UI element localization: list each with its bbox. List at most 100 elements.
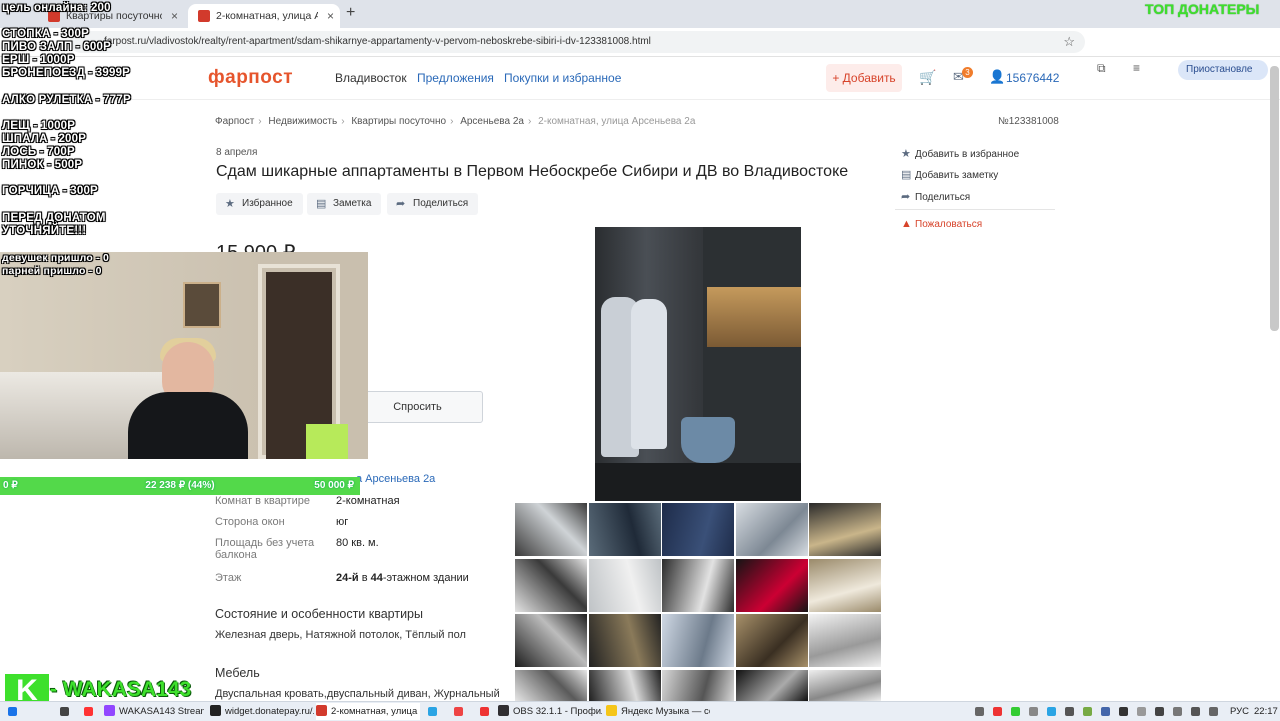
donation-note: УТОЧНЯЙТЕ!!! (2, 225, 87, 237)
photo-thumbnail[interactable] (809, 503, 881, 556)
ad-number: №123381008 (998, 116, 1059, 127)
photo-thumbnail[interactable] (809, 669, 881, 701)
photo-thumbnail[interactable] (588, 558, 661, 612)
photo-thumbnail[interactable] (515, 503, 587, 556)
nav-offers[interactable]: Предложения (417, 71, 494, 85)
nav-city[interactable]: Владивосток (335, 71, 407, 85)
file-explorer-icon[interactable] (60, 707, 69, 716)
donation-goal-bar: 0 ₽ 22 238 ₽ (44%) 50 000 ₽ (0, 477, 360, 495)
taskbar-item[interactable]: Яндекс Музыка — со... (606, 703, 710, 720)
taskbar-item[interactable]: WAKASA143 Stream -... (104, 703, 204, 720)
photo-thumbnail[interactable] (515, 614, 587, 667)
tray-icon[interactable] (1191, 707, 1200, 716)
close-tab-icon[interactable]: × (327, 4, 334, 28)
photo-thumbnail[interactable] (588, 503, 661, 556)
donation-price: ПИНОК - 500Р (2, 159, 83, 171)
sidebar-share[interactable]: ➦ Поделиться (901, 190, 970, 203)
tray-icon[interactable] (1029, 707, 1038, 716)
favorite-button[interactable]: ★ Избранное (216, 193, 303, 215)
tray-icon[interactable] (1011, 707, 1020, 716)
sidebar-add-favorite[interactable]: ★ Добавить в избранное (901, 147, 1019, 160)
tray-icon[interactable] (1047, 707, 1056, 716)
photo-thumbnail[interactable] (735, 558, 808, 612)
taskbar-label: Яндекс Музыка — со... (621, 706, 710, 717)
mail-count-badge: 3 (962, 67, 973, 78)
cart-icon[interactable]: 🛒 (919, 69, 936, 86)
yandex-browser-icon[interactable] (84, 707, 93, 716)
photo-thumbnail[interactable] (735, 503, 808, 556)
note-icon: ▤ (316, 198, 327, 210)
taskbar-item[interactable]: OBS 32.1.1 - Профил... (498, 703, 602, 720)
sidebar-add-note[interactable]: ▤ Добавить заметку (901, 168, 998, 181)
star-icon: ★ (901, 148, 911, 160)
start-icon[interactable] (8, 707, 17, 716)
tray-icon[interactable] (1155, 707, 1164, 716)
breadcrumb-item[interactable]: Фарпост (215, 116, 254, 127)
furniture-header: Мебель (215, 666, 260, 680)
photo-thumbnail[interactable] (809, 558, 881, 612)
add-listing-button[interactable]: + Добавить (826, 64, 902, 92)
photo-thumbnail[interactable] (515, 558, 587, 612)
main-photo[interactable] (595, 227, 801, 501)
volume-icon[interactable] (1209, 707, 1218, 716)
photo-thumbnail[interactable] (662, 558, 734, 612)
yandex-icon[interactable] (480, 707, 489, 716)
app-icon (210, 705, 221, 716)
tray-icon[interactable] (1065, 707, 1074, 716)
ask-button[interactable]: Спросить (352, 391, 483, 423)
telegram-icon[interactable] (428, 707, 437, 716)
photo-thumbnail[interactable] (735, 669, 808, 701)
farpost-favicon-icon (198, 10, 210, 22)
user-icon: 👤 (989, 69, 1006, 84)
browser-tab-bar: Квартиры посуточно во Влади × 2-комнатна… (0, 0, 1280, 28)
photo-thumbnail[interactable] (588, 669, 661, 701)
tray-icon[interactable] (1119, 707, 1128, 716)
address-link[interactable]: а Арсеньева 2а (356, 473, 435, 485)
share-button[interactable]: ➦ Поделиться (387, 193, 479, 215)
app-icon[interactable] (454, 707, 463, 716)
browser-tab-active[interactable]: 2-комнатная, улица Арсеньева × (188, 4, 340, 28)
photo-thumbnail[interactable] (662, 614, 734, 667)
param-label: Сторона окон (215, 516, 285, 528)
breadcrumb-item[interactable]: Квартиры посуточно (351, 116, 446, 127)
donation-price: АЛКО РУЛЕТКА - 777Р (2, 94, 131, 106)
language-indicator[interactable]: РУС (1230, 703, 1249, 720)
note-icon: ▤ (901, 169, 912, 181)
url-text: farpost.ru/vladivostok/realty/rent-apart… (104, 36, 651, 47)
share-label: Поделиться (413, 198, 469, 209)
user-id-link[interactable]: 15676442 (1006, 71, 1059, 85)
clock[interactable]: 22:17 (1254, 703, 1278, 720)
taskbar-label: OBS 32.1.1 - Профил... (513, 706, 602, 717)
boys-counter: парней пришло - 0 (2, 265, 102, 277)
url-field[interactable]: farpost.ru/vladivostok/realty/rent-apart… (70, 31, 1085, 53)
farpost-logo[interactable]: фарпост (208, 67, 293, 89)
photo-thumbnail[interactable] (662, 503, 734, 556)
donation-price: СТОПКА - 300Р (2, 28, 89, 40)
new-tab-icon[interactable]: + (346, 4, 355, 22)
webcam-feed (0, 252, 368, 459)
taskbar-item-active[interactable]: 2-комнатная, улица ... (316, 703, 420, 720)
photo-thumbnail[interactable] (735, 614, 808, 667)
tray-icon[interactable] (1137, 707, 1146, 716)
note-button[interactable]: ▤ Заметка (307, 193, 382, 215)
tray-icon[interactable] (1101, 707, 1110, 716)
photo-thumbnail[interactable] (809, 614, 881, 667)
photo-thumbnail[interactable] (515, 669, 587, 701)
taskbar-item[interactable]: widget.donatepay.ru/... (210, 703, 314, 720)
tray-icon[interactable] (993, 707, 1002, 716)
ad-date: 8 апреля (216, 147, 258, 158)
tray-icon[interactable] (1083, 707, 1092, 716)
floor-number: 24-й (336, 572, 359, 584)
breadcrumb-item[interactable]: Недвижимость (268, 116, 337, 127)
breadcrumb-item[interactable]: Арсеньева 2а (460, 116, 524, 127)
nav-purchases[interactable]: Покупки и избранное (504, 71, 621, 85)
tray-icon[interactable] (1173, 707, 1182, 716)
tray-icon[interactable] (975, 707, 984, 716)
floor-mid: в (358, 572, 371, 584)
close-tab-icon[interactable]: × (171, 4, 178, 28)
photo-thumbnail[interactable] (588, 614, 661, 667)
page-scrollbar[interactable] (1270, 66, 1279, 331)
bookmark-star-icon[interactable]: ☆ (1063, 31, 1075, 53)
photo-thumbnail[interactable] (662, 669, 734, 701)
report-link[interactable]: ▲ Пожаловаться (901, 218, 982, 230)
